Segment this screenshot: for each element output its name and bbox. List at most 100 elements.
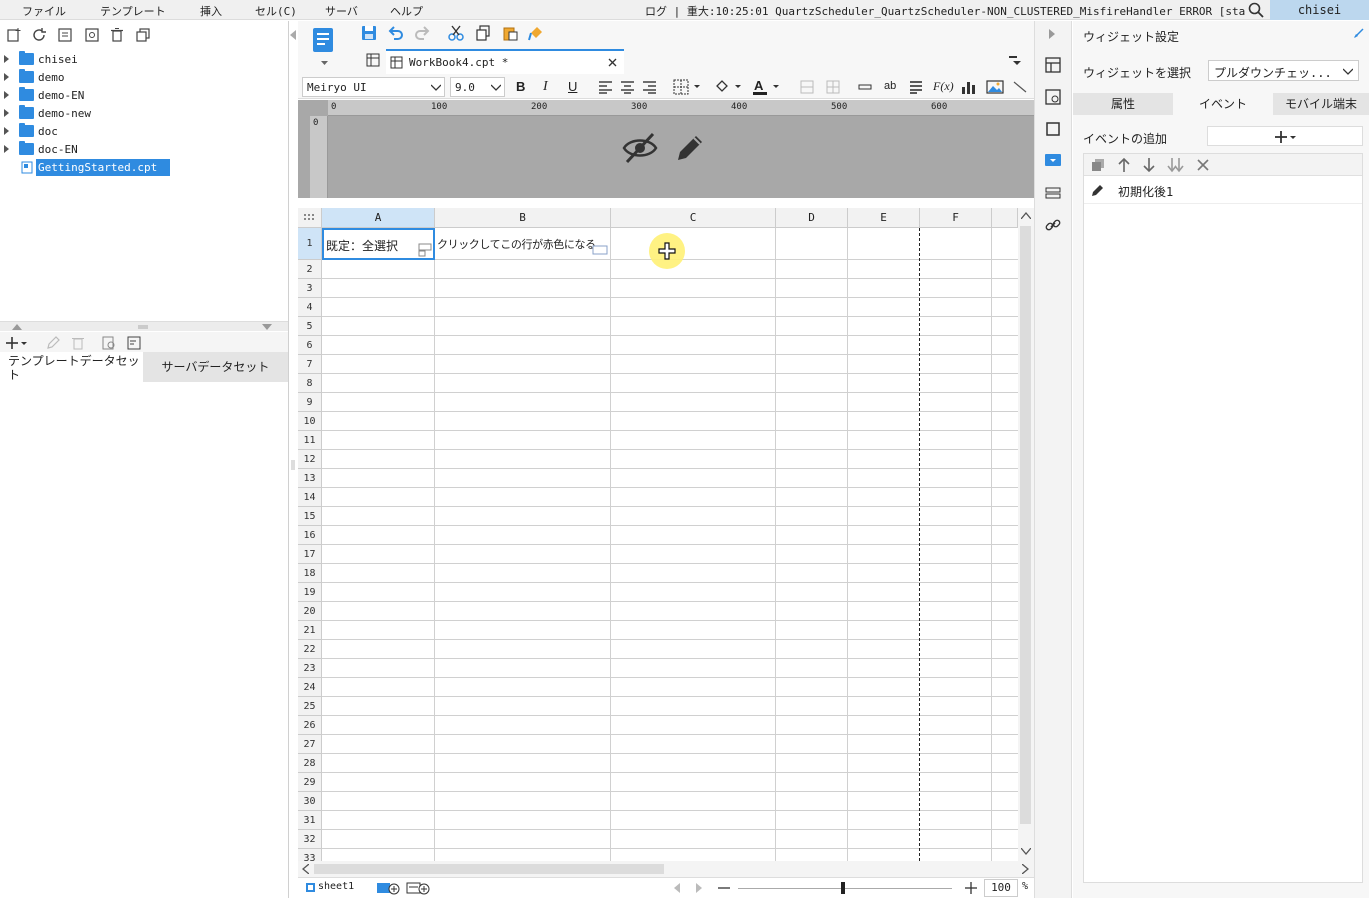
tree-item-chisei[interactable]: chisei [0,51,289,69]
menu-file[interactable]: ファイル [22,3,66,19]
align-left-icon[interactable] [598,80,613,94]
cell-attributes-icon[interactable] [1045,57,1061,73]
move-bottom-icon[interactable] [1167,157,1185,173]
splitter-grip-icon[interactable] [290,460,296,470]
hide-eye-icon[interactable] [622,130,658,166]
tab-workbook4[interactable]: WorkBook4.cpt * [386,49,624,74]
copy-cells-icon[interactable] [475,25,491,41]
expand-arrow-icon[interactable] [4,145,9,153]
formula-button[interactable]: F(x) [933,79,954,94]
row-header[interactable]: 11 [298,431,322,450]
preview-dataset-icon[interactable] [101,335,117,351]
dropdown-arrow-icon[interactable] [321,61,328,66]
row-header[interactable]: 31 [298,811,322,830]
expand-arrow-icon[interactable] [4,91,9,99]
row-header[interactable]: 27 [298,735,322,754]
row-header[interactable]: 33 [298,849,322,861]
row-header[interactable]: 26 [298,716,322,735]
column-header-more[interactable] [992,208,1018,228]
settings-icon[interactable] [84,27,100,43]
column-header-c[interactable]: C [611,208,776,228]
widget-button-icon[interactable] [592,245,608,255]
widget-combo-icon[interactable] [418,243,432,257]
tree-item-demo[interactable]: demo [0,69,289,87]
user-name[interactable]: chisei [1270,0,1369,20]
column-header-a[interactable]: A [322,208,435,228]
copy-icon[interactable] [135,27,151,43]
tree-item-doc-en[interactable]: doc-EN [0,141,289,159]
hyperlink-icon[interactable] [1045,217,1061,233]
row-header[interactable]: 2 [298,260,322,279]
row-header[interactable]: 9 [298,393,322,412]
split-cells-icon[interactable] [826,80,840,94]
row-header[interactable]: 28 [298,754,322,773]
undo-icon[interactable] [388,25,404,41]
row-header[interactable]: 30 [298,792,322,811]
cell-element-icon[interactable] [1045,89,1061,105]
grid-view-icon[interactable] [366,53,380,67]
image-icon[interactable] [986,79,1004,95]
row-header[interactable]: 16 [298,526,322,545]
expand-arrow-icon[interactable] [4,127,9,135]
search-icon[interactable] [1248,2,1264,18]
zoom-value-input[interactable]: 100 [984,879,1018,897]
log-message[interactable]: ログ | 重大:10:25:01 QuartzScheduler_QuartzS… [645,3,1245,19]
wrap-text-icon[interactable] [909,80,923,94]
add-sheet-icon[interactable] [376,881,400,895]
row-header[interactable]: 22 [298,640,322,659]
refresh-icon[interactable] [31,27,47,43]
panel-splitter[interactable] [0,321,288,331]
row-header[interactable]: 23 [298,659,322,678]
row-header[interactable]: 18 [298,564,322,583]
row-header[interactable]: 14 [298,488,322,507]
zoom-slider-thumb[interactable] [841,882,845,894]
border-icon[interactable] [673,79,703,95]
widget-select[interactable]: プルダウンチェッ... [1208,60,1359,81]
row-header[interactable]: 12 [298,450,322,469]
merge-cells-icon[interactable] [800,80,814,94]
remove-event-icon[interactable] [1196,158,1210,172]
column-header-d[interactable]: D [776,208,848,228]
menu-insert[interactable]: 挿入 [200,3,222,19]
menu-template[interactable]: テンプレート [100,3,166,19]
menu-help[interactable]: ヘルプ [390,3,423,19]
zoom-out-icon[interactable] [718,887,730,889]
cell-a1[interactable]: 既定：全選択 [322,228,435,260]
row-header[interactable]: 19 [298,583,322,602]
row-header[interactable]: 17 [298,545,322,564]
copy-event-icon[interactable] [1090,157,1106,173]
add-event-button[interactable] [1207,126,1363,146]
row-header[interactable]: 6 [298,336,322,355]
tab-attributes[interactable]: 属性 [1073,93,1173,115]
row-header[interactable]: 15 [298,507,322,526]
row-header[interactable]: 7 [298,355,322,374]
column-header-b[interactable]: B [435,208,611,228]
prev-sheet-icon[interactable] [673,883,680,893]
scroll-left-icon[interactable] [302,864,309,874]
scroll-thumb[interactable] [1020,226,1031,824]
tree-item-doc[interactable]: doc [0,123,289,141]
spreadsheet-grid[interactable]: A B C D E F 1 2 3 4 5 6 7 8 9 10 11 12 1… [298,208,1018,861]
cut-icon[interactable] [448,25,464,41]
expand-arrow-icon[interactable] [4,55,9,63]
delete-icon[interactable] [109,27,125,43]
new-file-icon[interactable] [6,27,22,43]
sheet-tab-sheet1[interactable]: sheet1 [302,879,372,897]
bold-button[interactable]: B [516,79,525,94]
row-header[interactable]: 5 [298,317,322,336]
add-report-icon[interactable] [406,881,430,895]
collapse-down-icon[interactable] [262,324,272,330]
redo-icon[interactable] [414,25,430,41]
row-header[interactable]: 10 [298,412,322,431]
row-header[interactable]: 13 [298,469,322,488]
menu-cell[interactable]: セル(C) [255,3,297,19]
expand-arrow-icon[interactable] [4,73,9,81]
select-all-corner[interactable] [298,208,322,228]
text-ab-button[interactable]: ab [884,80,896,92]
edit-dataset-icon[interactable] [45,335,61,351]
edit-event-icon[interactable] [1090,184,1104,198]
row-header-1[interactable]: 1 [298,228,322,260]
font-name-select[interactable]: Meiryo UI [302,77,445,97]
zoom-slider[interactable] [738,888,952,889]
add-dataset-icon[interactable] [6,335,28,351]
